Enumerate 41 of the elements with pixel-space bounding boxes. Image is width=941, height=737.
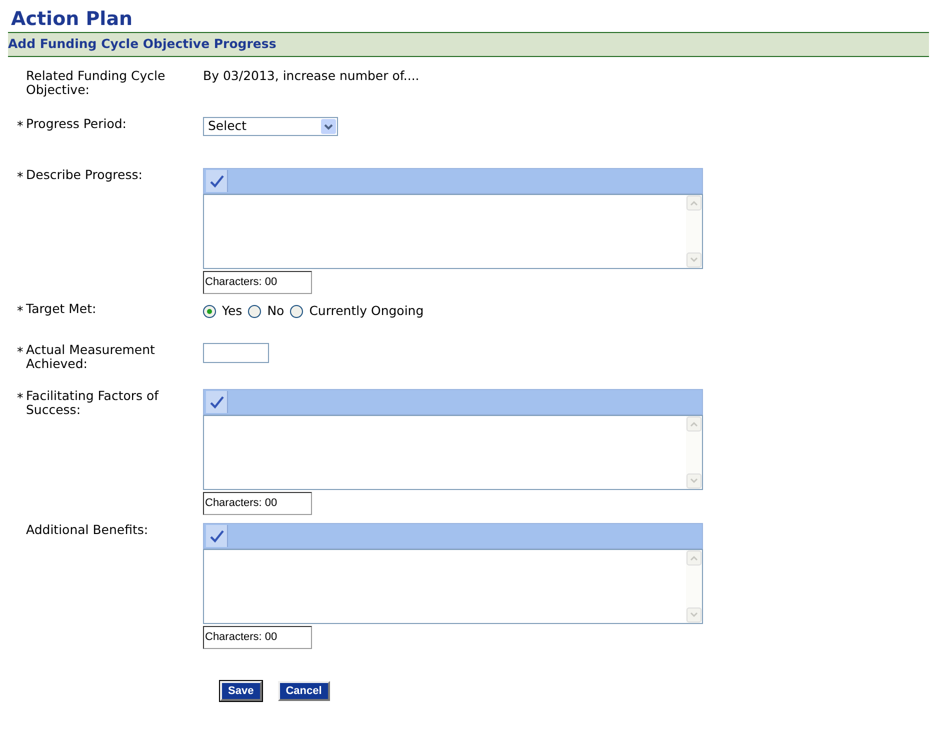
required-marker: * bbox=[17, 344, 24, 359]
text-area[interactable] bbox=[203, 548, 703, 624]
field-label: Additional Benefits: bbox=[26, 522, 150, 539]
scroll-up-icon bbox=[686, 195, 702, 211]
radio-label: Yes bbox=[222, 302, 242, 320]
dropdown-icon bbox=[321, 119, 336, 134]
form-button[interactable]: Cancel bbox=[278, 680, 330, 701]
radio-button[interactable] bbox=[248, 304, 262, 318]
required-marker: * bbox=[17, 303, 24, 318]
spellcheck-icon[interactable] bbox=[206, 390, 228, 413]
required-marker: * bbox=[17, 118, 24, 133]
form-button[interactable]: Save bbox=[220, 680, 262, 701]
field-label: Facilitating Factors of Success: bbox=[26, 388, 160, 419]
scroll-up-icon bbox=[686, 416, 702, 432]
character-counter: Characters: 00 bbox=[203, 271, 312, 294]
input-field[interactable] bbox=[203, 342, 269, 363]
field-value: By 03/2013, increase number of.... bbox=[203, 69, 420, 85]
section-title: Add Funding Cycle Objective Progress bbox=[8, 35, 276, 54]
character-counter: Characters: 00 bbox=[203, 626, 312, 649]
field-label: Actual Measurement Achieved: bbox=[26, 342, 156, 371]
scroll-down-icon bbox=[686, 252, 702, 268]
required-marker: * bbox=[17, 169, 24, 184]
radio-button[interactable] bbox=[290, 304, 304, 318]
field-label: Target Met: bbox=[26, 302, 98, 318]
radio-label: No bbox=[267, 302, 284, 320]
select-field[interactable]: Select bbox=[203, 117, 338, 136]
scroll-down-icon bbox=[686, 606, 702, 623]
text-area[interactable] bbox=[203, 414, 703, 490]
page-title: Action Plan bbox=[10, 7, 134, 32]
character-counter: Characters: 00 bbox=[203, 492, 312, 515]
required-marker: * bbox=[17, 390, 24, 405]
field-label: Progress Period: bbox=[26, 117, 128, 133]
scroll-down-icon bbox=[686, 472, 702, 489]
radio-label: Currently Ongoing bbox=[309, 302, 424, 320]
radio-button[interactable] bbox=[203, 304, 216, 318]
field-label: Related Funding Cycle Objective: bbox=[26, 69, 166, 97]
text-area[interactable] bbox=[203, 194, 703, 269]
scroll-up-icon bbox=[686, 550, 702, 566]
field-label: Describe Progress: bbox=[26, 168, 144, 184]
spellcheck-icon[interactable] bbox=[206, 524, 228, 547]
spellcheck-icon[interactable] bbox=[206, 170, 228, 192]
